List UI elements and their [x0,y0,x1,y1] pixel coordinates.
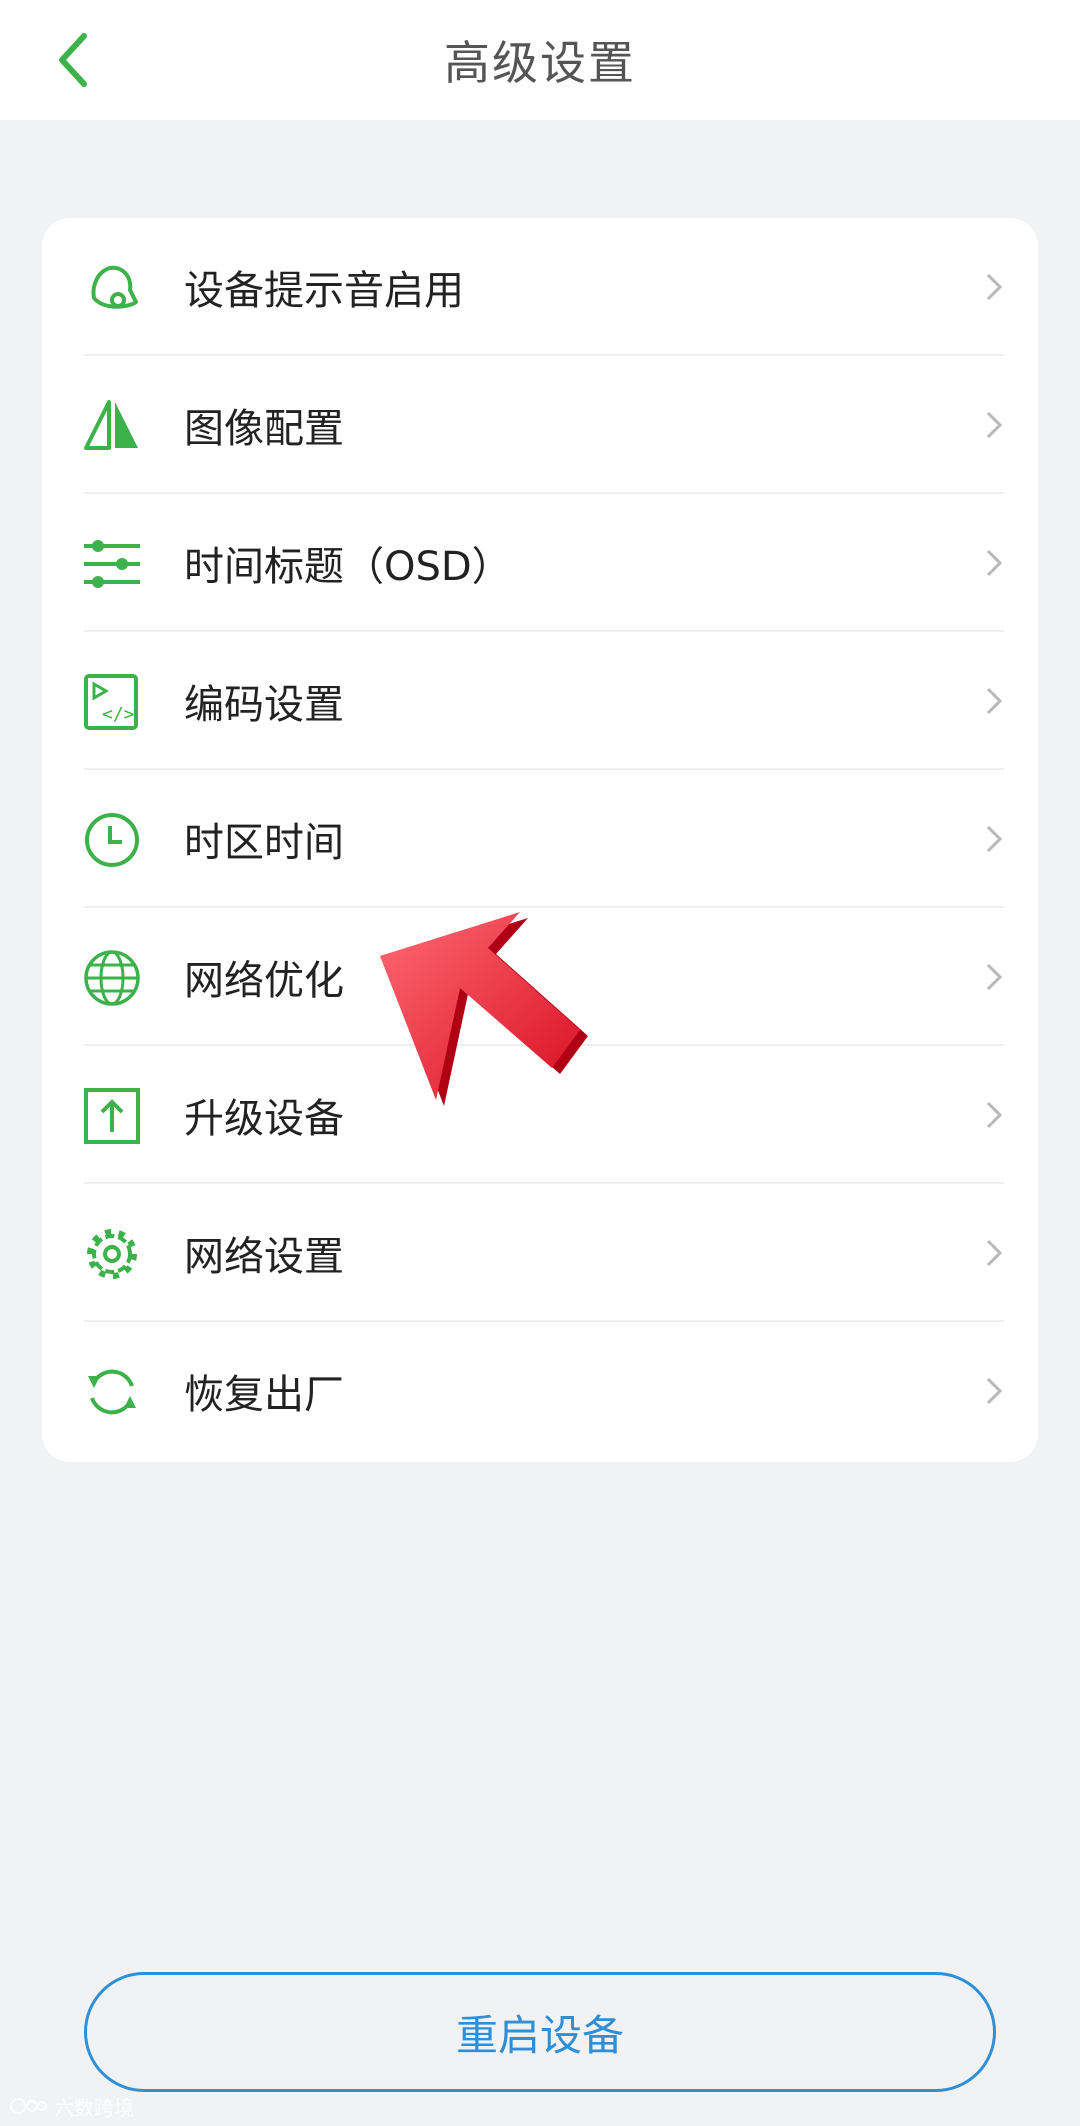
upload-icon [82,1086,142,1146]
setting-item-network-settings[interactable]: 网络设置 [42,1184,1038,1322]
setting-label: 网络设置 [184,1234,344,1280]
chevron-right-icon [986,687,1003,715]
video-code-icon: </> [82,672,142,732]
refresh-icon [82,1362,142,1422]
page-title: 高级设置 [444,36,636,90]
setting-item-image-config[interactable]: 图像配置 [42,356,1038,494]
chevron-right-icon [986,1239,1003,1267]
setting-item-prompt-sound[interactable]: 设备提示音启用 [42,218,1038,356]
chevron-right-icon [986,411,1003,439]
watermark-logo-icon [10,2098,47,2114]
chevron-right-icon [986,825,1003,853]
settings-card: 设备提示音启用 图像配置 时间标题（OSD） </> 编码设置 时区时间 网络优… [42,218,1038,1462]
restart-device-button[interactable]: 重启设备 [84,1972,996,2092]
setting-label: 时间标题（OSD） [184,544,512,590]
setting-label: 图像配置 [184,406,344,452]
sliders-icon [82,534,142,594]
chevron-right-icon [986,963,1003,991]
watermark: 六数跨境 [8,2092,134,2120]
bell-icon [82,258,142,318]
setting-label: 编码设置 [184,682,344,728]
setting-label: 恢复出厂 [184,1372,344,1418]
watermark-text: 六数跨境 [54,2095,134,2120]
gear-icon [82,1224,142,1284]
setting-item-factory-reset[interactable]: 恢复出厂 [42,1322,1038,1460]
setting-item-osd[interactable]: 时间标题（OSD） [42,494,1038,632]
setting-label: 升级设备 [184,1096,344,1142]
setting-item-timezone[interactable]: 时区时间 [42,770,1038,908]
clock-icon [82,810,142,870]
setting-label: 网络优化 [184,958,344,1004]
chevron-right-icon [986,549,1003,577]
svg-text:</>: </> [102,704,135,725]
setting-label: 设备提示音启用 [184,268,464,314]
chevron-right-icon [986,273,1003,301]
pointer-arrow-icon [380,912,588,1106]
image-triangle-icon [82,396,142,456]
setting-item-encoding[interactable]: </> 编码设置 [42,632,1038,770]
chevron-right-icon [986,1101,1003,1129]
setting-label: 时区时间 [184,820,344,866]
top-bar: 高级设置 [0,0,1080,120]
globe-icon [82,948,142,1008]
chevron-right-icon [986,1377,1003,1405]
